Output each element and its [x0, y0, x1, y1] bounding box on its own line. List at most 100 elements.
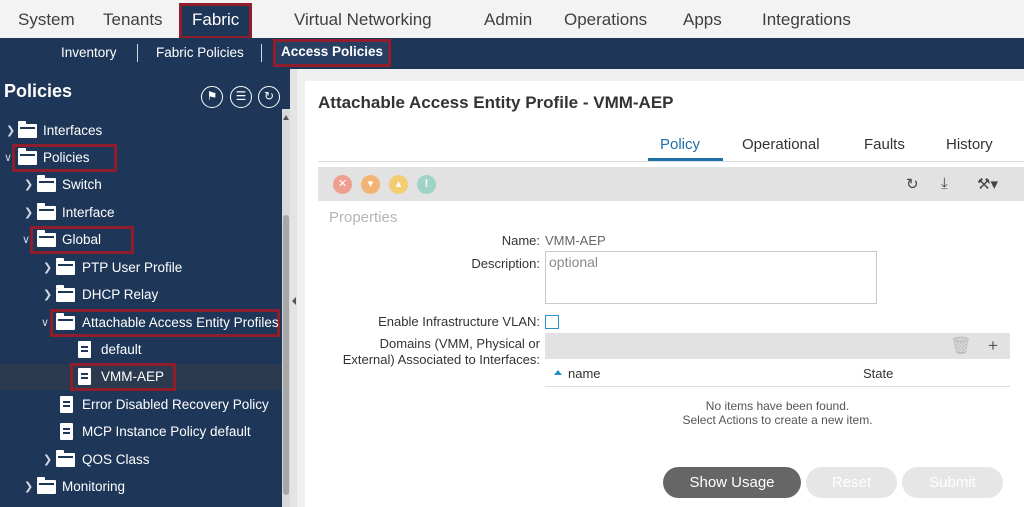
tree-item-label: QOS Class — [82, 452, 150, 467]
name-value: VMM-AEP — [545, 233, 606, 248]
chevron-right-icon[interactable]: ❯ — [24, 206, 33, 219]
tab-history[interactable]: History — [946, 136, 993, 153]
infra-vlan-label: Enable Infrastructure VLAN: — [378, 314, 540, 329]
tree-item-default[interactable]: default — [0, 337, 282, 363]
tree-item-policies[interactable]: ∨ Policies — [0, 144, 282, 172]
chevron-right-icon[interactable]: ❯ — [6, 124, 15, 137]
chevron-down-icon[interactable]: ∨ — [41, 316, 49, 329]
warning-fault-icon[interactable]: ! — [417, 175, 436, 194]
folder-icon — [37, 477, 56, 494]
tools-menu-icon[interactable]: ⚒▾ — [977, 175, 998, 193]
tab-system[interactable]: System — [18, 10, 75, 30]
page-title: Attachable Access Entity Profile - VMM-A… — [318, 93, 674, 112]
folder-icon — [56, 285, 75, 302]
chevron-right-icon[interactable]: ❯ — [43, 261, 52, 274]
policy-document-icon — [60, 423, 73, 440]
tree-item-label: Switch — [62, 177, 102, 192]
column-name[interactable]: name — [568, 366, 601, 381]
tree-item-label: VMM-AEP — [101, 369, 165, 384]
infra-vlan-checkbox[interactable] — [545, 315, 559, 329]
tab-faults[interactable]: Faults — [864, 136, 905, 153]
chevron-right-icon[interactable]: ❯ — [43, 453, 52, 466]
tree-item-switch[interactable]: ❯ Switch — [0, 172, 282, 198]
minor-fault-icon[interactable]: ▴ — [389, 175, 408, 194]
empty-grid-message: No items have been found. Select Actions… — [545, 399, 1010, 427]
column-state[interactable]: State — [863, 366, 893, 381]
domains-grid-header: name State — [545, 359, 1010, 387]
reset-button[interactable]: Reset — [806, 467, 897, 498]
chevron-down-icon[interactable]: ∨ — [4, 151, 12, 164]
empty-line-2: Select Actions to create a new item. — [682, 413, 873, 427]
tree-item-vmm-aep[interactable]: VMM-AEP — [0, 363, 282, 391]
tree-item-interfaces[interactable]: ❯ Interfaces — [0, 118, 282, 144]
show-usage-button[interactable]: Show Usage — [663, 467, 801, 498]
description-label: Description: — [471, 256, 540, 271]
policy-document-icon — [60, 396, 73, 413]
subnav-fabric-policies[interactable]: Fabric Policies — [156, 45, 244, 60]
major-fault-icon[interactable]: ▾ — [361, 175, 380, 194]
policy-document-icon — [78, 368, 91, 385]
tab-operations[interactable]: Operations — [564, 10, 647, 30]
tree-item-error-disabled-recovery-policy[interactable]: Error Disabled Recovery Policy — [0, 392, 282, 418]
scroll-up-icon[interactable] — [283, 115, 289, 120]
folder-icon — [18, 121, 37, 138]
folder-icon — [37, 203, 56, 220]
add-icon[interactable]: + — [988, 336, 998, 356]
submit-button[interactable]: Submit — [902, 467, 1003, 498]
trash-icon[interactable]: 🗑 — [950, 336, 972, 356]
subnav-access-policies[interactable]: Access Policies — [272, 39, 392, 67]
description-field[interactable]: optional — [545, 251, 877, 304]
tree-item-qos-class[interactable]: ❯ QOS Class — [0, 447, 282, 473]
sidebar: Policies ⚑ ☰ ↻ ❯ Interfaces ∨ Policies ❯… — [0, 69, 290, 507]
top-navigation: System Tenants Fabric Virtual Networking… — [0, 0, 1024, 39]
chevron-right-icon[interactable]: ❯ — [43, 288, 52, 301]
subnav-separator — [137, 44, 138, 62]
tab-tenants[interactable]: Tenants — [103, 10, 163, 30]
tree-item-mcp-instance-policy-default[interactable]: MCP Instance Policy default — [0, 419, 282, 445]
sidebar-scrollbar[interactable] — [282, 109, 290, 507]
folder-icon — [56, 313, 75, 330]
tree-item-label: Interface — [62, 205, 115, 220]
tab-fabric[interactable]: Fabric — [178, 3, 253, 39]
quick-start-icon[interactable]: ⚑ — [201, 86, 223, 108]
domains-label-line2: External) Associated to Interfaces: — [342, 352, 540, 367]
refresh-icon[interactable]: ↻ — [906, 175, 919, 193]
properties-heading: Properties — [329, 209, 398, 226]
chevron-right-icon[interactable]: ❯ — [24, 178, 33, 191]
main-panel: Attachable Access Entity Profile - VMM-A… — [297, 69, 1024, 507]
folder-icon — [37, 175, 56, 192]
chevron-down-icon[interactable]: ∨ — [22, 233, 30, 246]
tab-admin[interactable]: Admin — [484, 10, 532, 30]
refresh-icon[interactable]: ↻ — [258, 86, 280, 108]
folder-icon — [37, 230, 56, 247]
tree-item-ptp-user-profile[interactable]: ❯ PTP User Profile — [0, 255, 282, 281]
tab-virtual-networking[interactable]: Virtual Networking — [294, 10, 432, 30]
panel-splitter[interactable] — [290, 69, 297, 507]
subnav-inventory[interactable]: Inventory — [61, 45, 117, 60]
sidebar-title: Policies — [4, 81, 73, 101]
collapse-arrow-icon[interactable] — [292, 297, 296, 305]
tree-item-interface[interactable]: ❯ Interface — [0, 200, 282, 226]
tree-item-label: Policies — [43, 150, 90, 165]
tab-divider — [318, 161, 1024, 162]
subnav-separator — [261, 44, 262, 62]
download-icon[interactable]: ⤓ — [941, 175, 948, 192]
tab-integrations[interactable]: Integrations — [762, 10, 851, 30]
tree-item-label: Monitoring — [62, 479, 126, 494]
tree-item-dhcp-relay[interactable]: ❯ DHCP Relay — [0, 282, 282, 308]
scrollbar-thumb[interactable] — [283, 215, 289, 495]
tree-item-monitoring[interactable]: ❯ Monitoring — [0, 474, 282, 500]
list-view-icon[interactable]: ☰ — [230, 86, 252, 108]
tab-operational[interactable]: Operational — [742, 136, 820, 153]
folder-icon — [56, 450, 75, 467]
tree-item-label: Global — [62, 232, 102, 247]
chevron-right-icon[interactable]: ❯ — [24, 480, 33, 493]
tab-policy[interactable]: Policy — [660, 136, 700, 153]
tree-item-attachable-access-entity-profiles[interactable]: ∨ Attachable Access Entity Profiles — [0, 309, 282, 337]
tree-item-global[interactable]: ∨ Global — [0, 226, 282, 254]
tree-item-label: MCP Instance Policy default — [82, 424, 251, 439]
tab-apps[interactable]: Apps — [683, 10, 722, 30]
critical-fault-icon[interactable]: ✕ — [333, 175, 352, 194]
sort-ascending-icon[interactable] — [554, 370, 562, 375]
domains-label-line1: Domains (VMM, Physical or — [379, 336, 540, 351]
